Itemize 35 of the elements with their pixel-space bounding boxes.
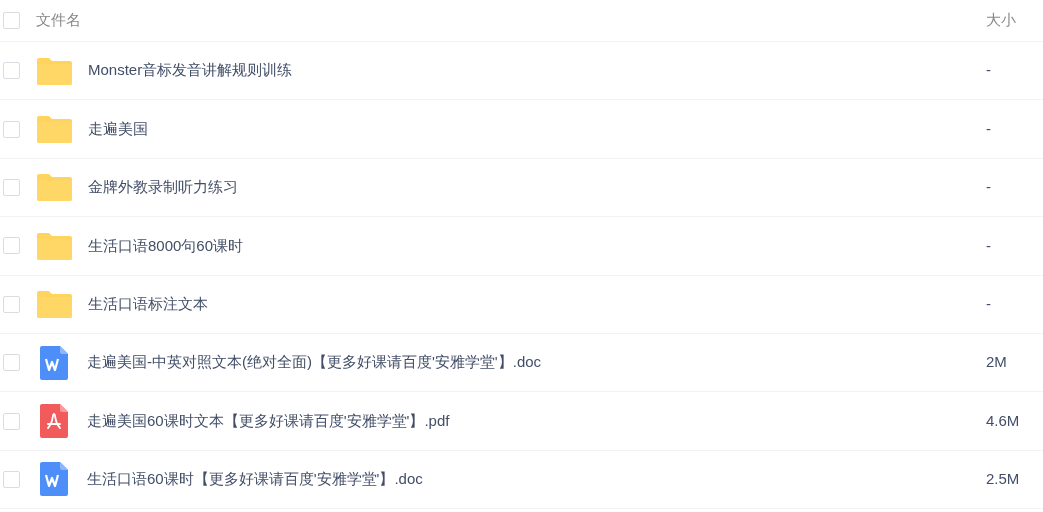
folder-icon — [37, 231, 72, 260]
file-name[interactable]: Monster音标发音讲解规则训练 — [88, 59, 986, 82]
file-size: - — [986, 235, 992, 256]
file-name[interactable]: 走遍美国 — [88, 117, 986, 141]
file-size: - — [986, 294, 992, 314]
file-size: - — [986, 60, 992, 81]
checkbox[interactable] — [3, 237, 20, 255]
file-size: - — [986, 177, 992, 198]
word-document-icon — [40, 345, 68, 380]
file-name[interactable]: 生活口语8000句60课时 — [88, 234, 986, 258]
checkbox[interactable] — [3, 412, 20, 430]
file-size: 2M — [986, 352, 1008, 373]
column-header: 大小 — [986, 10, 1017, 31]
folder-icon — [37, 173, 72, 202]
file-size: 4.6M — [986, 410, 1021, 431]
checkbox[interactable] — [3, 178, 20, 196]
checkbox[interactable] — [3, 120, 20, 138]
folder-icon — [37, 56, 72, 85]
folder-icon — [37, 115, 72, 144]
folder-icon — [37, 290, 72, 319]
checkbox[interactable] — [3, 470, 20, 488]
file-name[interactable]: 金牌外教录制听力练习 — [88, 176, 986, 199]
checkbox[interactable] — [3, 12, 20, 29]
checkbox[interactable] — [3, 295, 20, 313]
checkbox[interactable] — [3, 354, 20, 372]
file-size: - — [986, 118, 992, 139]
column-header: 文件名 — [36, 10, 82, 31]
file-name[interactable]: 生活口语60课时【更多好课请百度'安雅学堂'】.doc — [87, 468, 986, 491]
file-size: 2.5M — [986, 469, 1021, 490]
file-name[interactable]: 生活口语标注文本 — [88, 293, 986, 316]
file-name[interactable]: 走遍美国-中英对照文本(绝对全面)【更多好课请百度'安雅学堂'】.doc — [87, 351, 986, 374]
checkbox[interactable] — [3, 62, 20, 80]
file-name[interactable]: 走遍美国60课时文本【更多好课请百度'安雅学堂'】.pdf — [87, 409, 986, 433]
pdf-document-icon — [40, 404, 68, 439]
word-document-icon — [40, 462, 68, 497]
